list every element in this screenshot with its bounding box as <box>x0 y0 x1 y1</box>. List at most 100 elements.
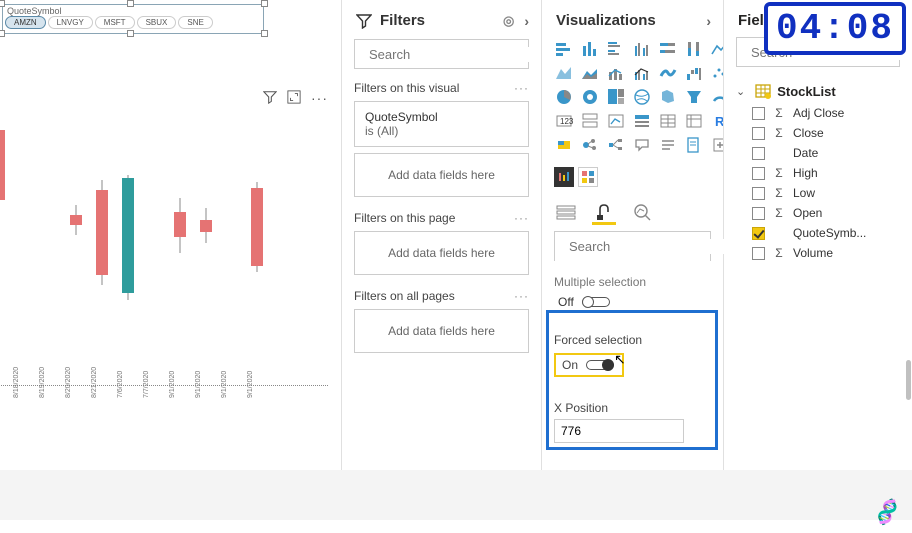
resize-handle[interactable] <box>127 30 134 37</box>
visualizations-pane: Visualizations › <box>541 0 723 470</box>
filter-section-title: Filters on this visual <box>354 81 459 95</box>
field-name: High <box>793 166 818 180</box>
table-item[interactable]: ⌄ StockList <box>724 79 912 103</box>
forced-selection-toggle[interactable]: On ↖ <box>554 353 624 377</box>
resize-handle[interactable] <box>0 30 5 37</box>
qa-visual-icon[interactable] <box>632 135 652 155</box>
slicer-header: QuoteSymbol <box>7 6 62 16</box>
donut-chart-icon[interactable] <box>580 87 600 107</box>
focus-mode-icon[interactable] <box>287 90 301 107</box>
resize-handle[interactable] <box>127 0 134 7</box>
filters-pane: Filters ◎ › Filters on this visual··· Qu… <box>341 0 541 470</box>
key-influencers-icon[interactable] <box>580 135 600 155</box>
checkbox[interactable] <box>752 107 765 120</box>
clustered-bar-icon[interactable] <box>606 39 626 59</box>
clustered-column-icon[interactable] <box>632 39 652 59</box>
stacked-area-icon[interactable] <box>580 63 600 83</box>
report-canvas[interactable]: QuoteSymbol AMZN LNVGY MSFT SBUX SNE ··· <box>0 0 341 470</box>
filter-section-title: Filters on all pages <box>354 289 455 303</box>
table-icon[interactable] <box>658 111 678 131</box>
custom-visual-thumb[interactable] <box>578 167 598 187</box>
checkbox[interactable] <box>752 147 765 160</box>
more-icon[interactable]: ··· <box>311 90 328 107</box>
pie-chart-icon[interactable] <box>554 87 574 107</box>
slicer-items[interactable]: AMZN LNVGY MSFT SBUX SNE <box>5 16 213 29</box>
treemap-icon[interactable] <box>606 87 626 107</box>
filter-dropzone[interactable]: Add data fields here <box>354 309 529 353</box>
hundred-stacked-column-icon[interactable] <box>684 39 704 59</box>
field-item[interactable]: ΣVolume <box>724 243 912 263</box>
format-search[interactable] <box>554 231 711 261</box>
resize-handle[interactable] <box>261 30 268 37</box>
resize-handle[interactable] <box>0 0 5 7</box>
field-item[interactable]: ΣAdj Close <box>724 103 912 123</box>
checkbox[interactable] <box>752 207 765 220</box>
field-item[interactable]: ΣOpen <box>724 203 912 223</box>
more-icon[interactable]: ··· <box>514 81 529 95</box>
format-search-input[interactable] <box>569 239 745 254</box>
checkbox[interactable] <box>752 127 765 140</box>
checkbox[interactable] <box>752 247 765 260</box>
filter-dropzone[interactable]: Add data fields here <box>354 231 529 275</box>
line-stacked-column-icon[interactable] <box>606 63 626 83</box>
table-icon <box>755 83 771 99</box>
field-item[interactable]: QuoteSymb... <box>724 223 912 243</box>
chevron-down-icon[interactable]: ⌄ <box>736 85 745 98</box>
waterfall-icon[interactable] <box>684 63 704 83</box>
paginated-report-icon[interactable] <box>684 135 704 155</box>
filter-dropzone[interactable]: Add data fields here <box>354 153 529 197</box>
collapse-pane-icon[interactable]: › <box>706 13 711 29</box>
field-item[interactable]: ΣHigh <box>724 163 912 183</box>
filters-search-input[interactable] <box>369 47 545 62</box>
show-filters-icon[interactable]: ◎ <box>503 13 514 29</box>
fields-tab-icon[interactable] <box>554 201 578 225</box>
slicer-icon[interactable] <box>632 111 652 131</box>
slicer-chip[interactable]: SBUX <box>137 16 177 29</box>
slicer-chip[interactable]: SNE <box>178 16 212 29</box>
field-item[interactable]: ΣLow <box>724 183 912 203</box>
filter-icon <box>356 13 372 29</box>
option-label: Forced selection <box>554 333 711 347</box>
field-name: Open <box>793 206 822 220</box>
line-clustered-column-icon[interactable] <box>632 63 652 83</box>
stacked-column-icon[interactable] <box>580 39 600 59</box>
hundred-stacked-bar-icon[interactable] <box>658 39 678 59</box>
collapse-pane-icon[interactable]: › <box>524 13 529 29</box>
funnel-icon[interactable] <box>684 87 704 107</box>
filters-search[interactable] <box>354 39 529 69</box>
fields-pane: Fiel ⌄ StockList ΣAdj Close ΣClose Date … <box>723 0 912 470</box>
field-item[interactable]: ΣClose <box>724 123 912 143</box>
more-icon[interactable]: ··· <box>514 289 529 303</box>
multi-row-card-icon[interactable] <box>580 111 600 131</box>
py-visual-icon[interactable] <box>554 135 574 155</box>
format-tab-icon[interactable] <box>592 201 616 225</box>
smart-narrative-icon[interactable] <box>658 135 678 155</box>
analytics-tab-icon[interactable] <box>630 201 654 225</box>
filter-card[interactable]: QuoteSymbol is (All) <box>354 101 529 147</box>
filled-map-icon[interactable] <box>658 87 678 107</box>
custom-visual-thumb[interactable] <box>554 167 574 187</box>
slicer-chip[interactable]: AMZN <box>5 16 46 29</box>
map-icon[interactable] <box>632 87 652 107</box>
checkbox[interactable] <box>752 187 765 200</box>
kpi-icon[interactable] <box>606 111 626 131</box>
checkbox[interactable] <box>752 167 765 180</box>
decomposition-tree-icon[interactable] <box>606 135 626 155</box>
checkbox[interactable] <box>752 227 765 240</box>
x-position-input[interactable] <box>554 419 684 443</box>
area-chart-icon[interactable] <box>554 63 574 83</box>
ribbon-chart-icon[interactable] <box>658 63 678 83</box>
multiple-selection-toggle[interactable]: Off <box>558 295 711 309</box>
candlestick-chart[interactable] <box>0 120 265 355</box>
stacked-bar-icon[interactable] <box>554 39 574 59</box>
filter-icon[interactable] <box>263 90 277 107</box>
card-icon[interactable]: 123 <box>554 111 574 131</box>
matrix-icon[interactable] <box>684 111 704 131</box>
field-item[interactable]: Date <box>724 143 912 163</box>
more-icon[interactable]: ··· <box>514 211 529 225</box>
scrollbar-thumb[interactable] <box>906 360 911 400</box>
selected-visual[interactable]: QuoteSymbol AMZN LNVGY MSFT SBUX SNE ··· <box>0 0 340 400</box>
slicer-chip[interactable]: LNVGY <box>48 16 93 29</box>
slicer-chip[interactable]: MSFT <box>95 16 135 29</box>
resize-handle[interactable] <box>261 0 268 7</box>
